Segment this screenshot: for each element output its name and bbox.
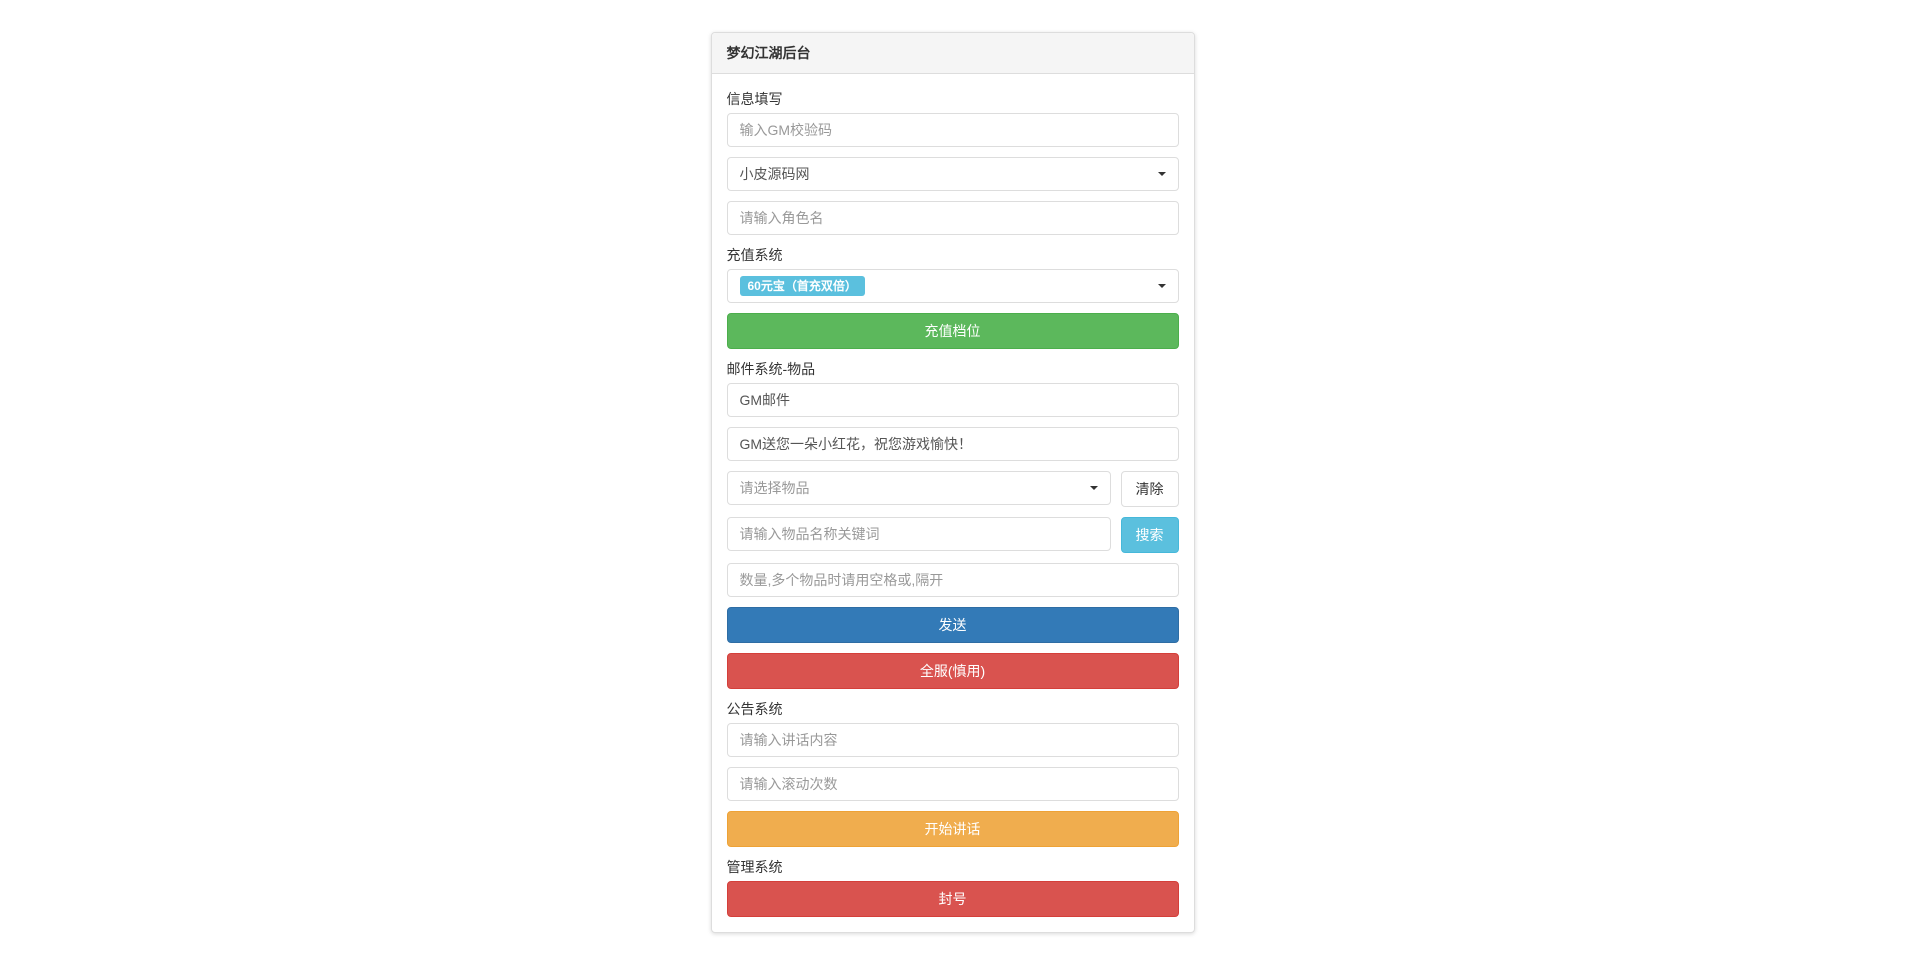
- admin-section-label: 管理系统: [727, 857, 1179, 877]
- mail-section-label: 邮件系统-物品: [727, 359, 1179, 379]
- quantity-input[interactable]: [727, 563, 1179, 597]
- info-section-label: 信息填写: [727, 89, 1179, 109]
- mail-content-input[interactable]: [727, 427, 1179, 461]
- caret-down-icon: [1158, 172, 1166, 176]
- clear-button[interactable]: 清除: [1121, 471, 1179, 507]
- recharge-tier-select[interactable]: 60元宝（首充双倍）: [727, 269, 1179, 303]
- recharge-tier-badge: 60元宝（首充双倍）: [740, 276, 865, 297]
- caret-down-icon: [1090, 486, 1098, 490]
- recharge-button[interactable]: 充值档位: [727, 313, 1179, 349]
- search-button[interactable]: 搜索: [1121, 517, 1179, 553]
- gm-code-input[interactable]: [727, 113, 1179, 147]
- announce-content-input[interactable]: [727, 723, 1179, 757]
- start-announce-button[interactable]: 开始讲话: [727, 811, 1179, 847]
- all-server-button[interactable]: 全服(慎用): [727, 653, 1179, 689]
- announce-scroll-input[interactable]: [727, 767, 1179, 801]
- panel-title: 梦幻江湖后台: [712, 33, 1194, 74]
- role-name-input[interactable]: [727, 201, 1179, 235]
- caret-down-icon: [1158, 284, 1166, 288]
- admin-panel: 梦幻江湖后台 信息填写 小皮源码网 充值系统 60元宝（首充双倍） 充值档位 邮…: [711, 32, 1195, 933]
- server-select[interactable]: 小皮源码网: [727, 157, 1179, 191]
- announce-section-label: 公告系统: [727, 699, 1179, 719]
- recharge-section-label: 充值系统: [727, 245, 1179, 265]
- item-select[interactable]: 请选择物品: [727, 471, 1111, 505]
- item-keyword-input[interactable]: [727, 517, 1111, 551]
- send-button[interactable]: 发送: [727, 607, 1179, 643]
- item-select-placeholder: 请选择物品: [740, 478, 810, 498]
- panel-body: 信息填写 小皮源码网 充值系统 60元宝（首充双倍） 充值档位 邮件系统-物品 …: [712, 74, 1194, 932]
- ban-button[interactable]: 封号: [727, 881, 1179, 917]
- server-select-value: 小皮源码网: [740, 164, 810, 184]
- mail-title-input[interactable]: [727, 383, 1179, 417]
